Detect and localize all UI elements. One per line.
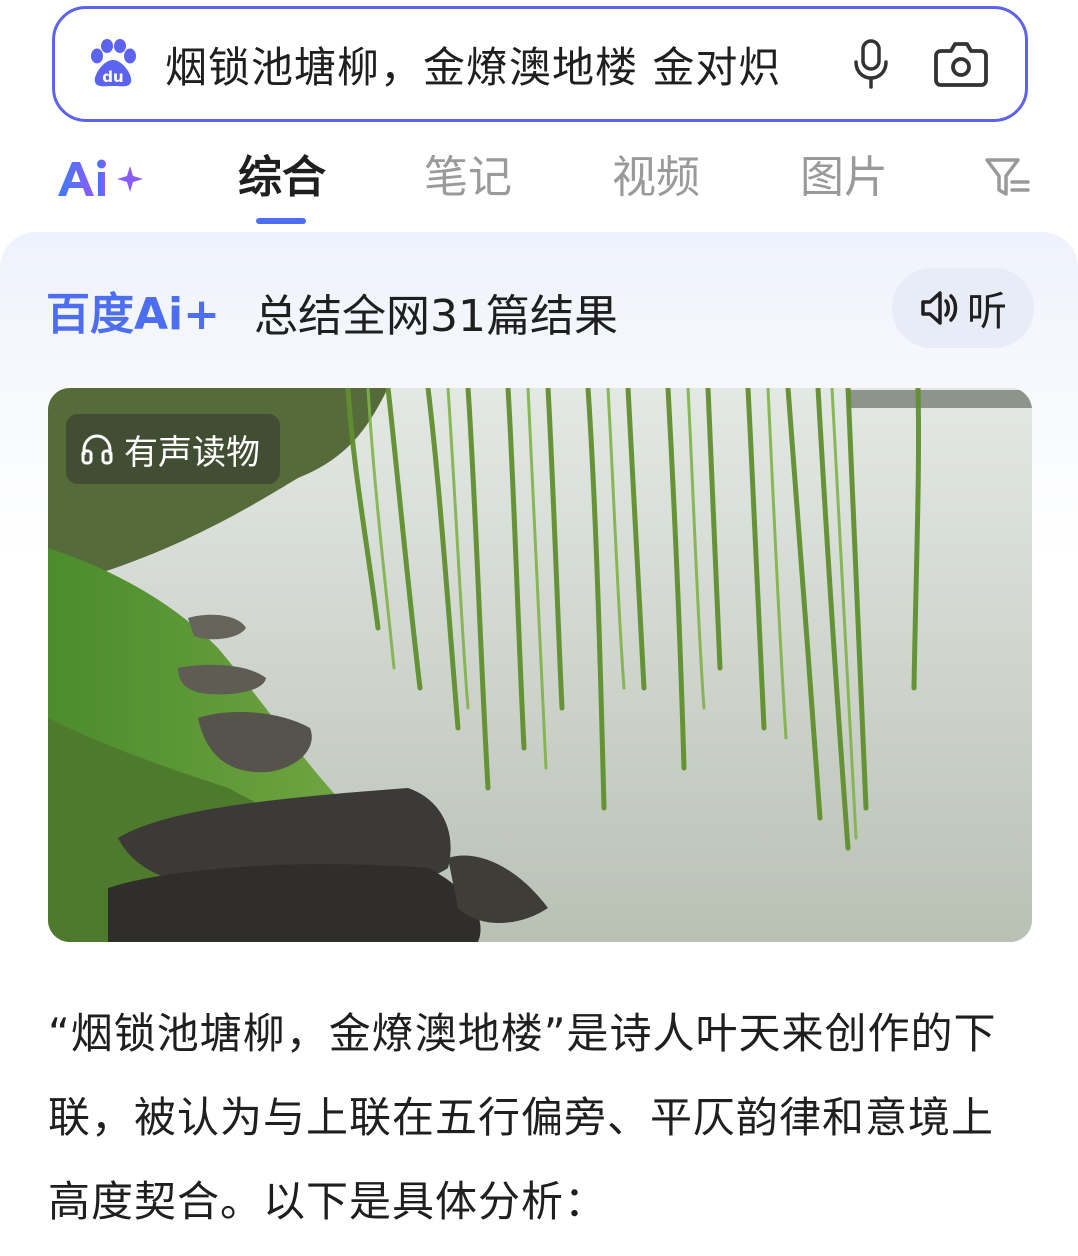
baidu-ai-brand-logo: 百度Ai+ <box>46 289 220 337</box>
audiobook-badge[interactable]: 有声读物 <box>66 414 280 484</box>
tab-video[interactable]: 视频 <box>612 148 700 208</box>
listen-button[interactable]: 听 <box>892 268 1034 348</box>
tab-notes[interactable]: 笔记 <box>424 148 512 208</box>
headphones-icon <box>81 434 113 465</box>
svg-text:du: du <box>102 68 123 86</box>
willow-pond-image[interactable]: 有声读物 <box>48 388 1032 942</box>
tab-comprehensive[interactable]: 综合 <box>238 148 326 208</box>
active-tab-indicator <box>256 218 306 224</box>
voice-search-button[interactable] <box>845 34 897 94</box>
summary-count-text: 总结全网31篇结果 <box>254 291 618 342</box>
brand-text: 百度Ai+ <box>46 289 220 337</box>
microphone-icon <box>854 39 888 89</box>
listen-label: 听 <box>967 289 1007 335</box>
audiobook-label: 有声读物 <box>124 432 260 473</box>
search-input[interactable]: 烟锁池塘柳，金燎澳地楼 金对炽 <box>165 34 819 95</box>
baidu-paw-icon: du <box>91 39 136 87</box>
image-search-button[interactable] <box>931 34 991 94</box>
ai-summary-card: 百度Ai+ 总结全网31篇结果 听 有声读物 “烟锁池塘柳，金燎澳地楼”是诗人叶… <box>0 232 1078 1256</box>
camera-icon <box>934 42 988 87</box>
ai-answer-text: “烟锁池塘柳，金燎澳地楼”是诗人叶天来创作的下联，被认为与上联在五行偏旁、平仄韵… <box>48 1009 997 1226</box>
filter-icon[interactable] <box>984 156 1030 200</box>
tab-bar: 综合 笔记 视频 图片 <box>0 126 1078 230</box>
ai-card-header: 百度Ai+ 总结全网31篇结果 <box>46 282 618 342</box>
speaker-icon <box>921 291 958 325</box>
tab-images[interactable]: 图片 <box>800 148 888 208</box>
ai-plus-logo[interactable] <box>56 156 148 200</box>
search-bar[interactable]: du 烟锁池塘柳，金燎澳地楼 金对炽 <box>52 6 1028 122</box>
